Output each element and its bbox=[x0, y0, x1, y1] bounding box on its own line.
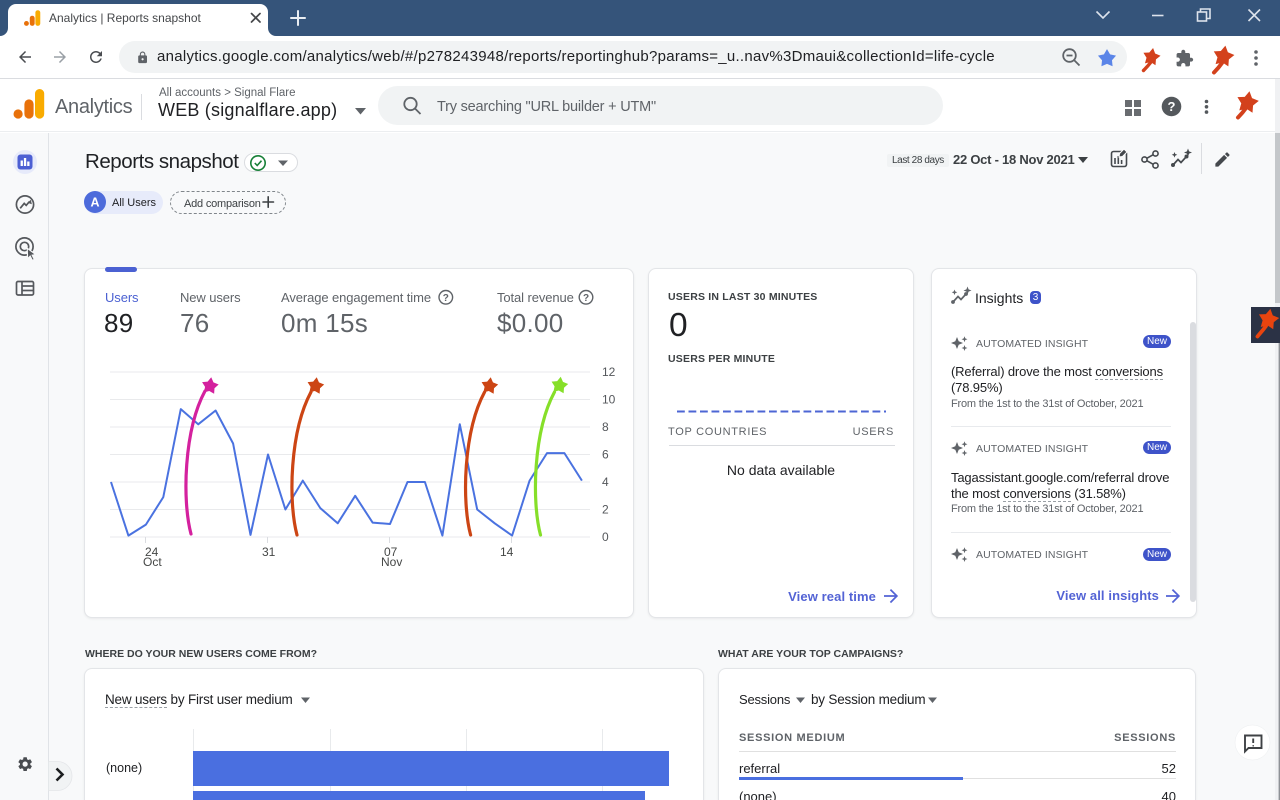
svg-text:?: ? bbox=[583, 293, 589, 304]
svg-text:?: ? bbox=[1168, 99, 1176, 114]
svg-text:A: A bbox=[90, 196, 99, 210]
svg-text:?: ? bbox=[443, 293, 449, 304]
